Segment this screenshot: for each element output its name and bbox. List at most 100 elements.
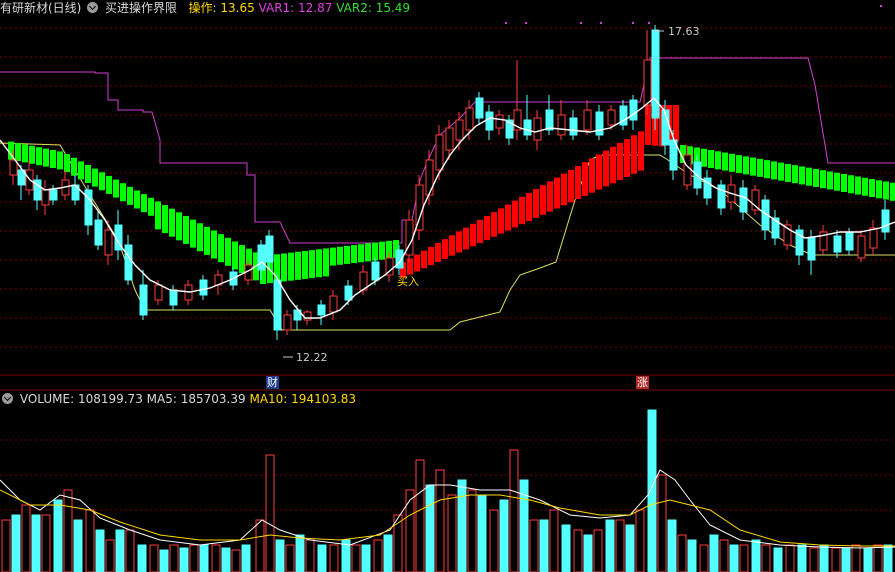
band-block (610, 146, 616, 184)
candle-body (643, 59, 652, 106)
candle-body (595, 111, 604, 136)
candle-body (485, 111, 494, 131)
volume-bar (159, 549, 169, 572)
band-block (827, 171, 833, 190)
band-block (127, 186, 133, 205)
volume-bar (295, 534, 305, 572)
candle-body (629, 99, 638, 121)
band-block (155, 201, 161, 230)
volume-bar (539, 519, 549, 572)
band-block (484, 216, 490, 240)
band-block (862, 177, 868, 196)
volume-bar (883, 544, 893, 572)
volume-bar (647, 409, 657, 572)
band-block (505, 204, 511, 231)
candle-body (807, 237, 816, 261)
candle-body (344, 285, 353, 301)
volume-bars[interactable] (1, 409, 893, 572)
band-block (575, 166, 581, 199)
candle-body (455, 119, 464, 141)
band-block (134, 190, 140, 209)
signal-dot (525, 22, 527, 24)
candle-body (569, 117, 578, 136)
volume-bar (657, 474, 667, 572)
volume-bar (241, 544, 251, 572)
band-block (890, 182, 895, 201)
volume-bar (605, 519, 615, 572)
band-block (764, 160, 770, 179)
volume-bar (549, 509, 559, 572)
band-block (414, 254, 420, 272)
event-badge-cai[interactable]: 财 (266, 376, 279, 389)
band-block (169, 208, 175, 237)
signal-dot (505, 22, 507, 24)
volume-bar (405, 489, 415, 572)
volume-bar (53, 499, 63, 572)
band-block (106, 175, 112, 194)
band-block (316, 249, 322, 278)
band-block (15, 143, 21, 161)
volume-bar (457, 479, 467, 572)
volume-bar (199, 544, 209, 572)
band-block (302, 250, 308, 279)
band-block (232, 241, 238, 270)
candle-body (435, 134, 444, 171)
signal-dot (648, 22, 650, 24)
band-block (519, 196, 525, 225)
volume-bar (305, 539, 315, 572)
band-block (344, 245, 350, 264)
volume-bar (573, 529, 583, 572)
band-block (120, 183, 126, 202)
band-block (834, 172, 840, 191)
band-block (211, 230, 217, 259)
band-block (351, 245, 357, 264)
volume-bar (317, 544, 327, 572)
volume-bar (169, 544, 179, 572)
candle-body (371, 261, 380, 281)
band-block (358, 244, 364, 263)
volume-bar (797, 544, 807, 572)
grid-lines (0, 27, 895, 511)
volume-bar (751, 539, 761, 572)
volume-bar (819, 544, 829, 572)
volume-bar (361, 544, 371, 572)
candle-body (425, 159, 434, 196)
volume-bar (873, 544, 883, 572)
band-block (645, 105, 651, 145)
band-block (239, 245, 245, 274)
stock-chart[interactable]: 17.63 12.22 买入 (0, 0, 895, 572)
band-block (57, 151, 63, 170)
candle-body (533, 117, 542, 141)
chevron-down-icon[interactable] (2, 393, 13, 404)
volume-bar (21, 504, 31, 572)
band-block (176, 212, 182, 241)
volume-bar (447, 494, 457, 572)
band-block (617, 142, 623, 181)
candles[interactable] (9, 25, 890, 340)
band-block (379, 241, 385, 260)
volume-bar (863, 547, 873, 572)
band-block (582, 162, 588, 196)
high-label: 17.63 (668, 25, 700, 38)
band-block (736, 155, 742, 174)
volume-bar (699, 544, 709, 572)
band-block (547, 181, 553, 212)
band-block (225, 237, 231, 266)
event-badge-zhang[interactable]: 涨 (636, 376, 649, 389)
band-block (624, 139, 630, 177)
volume-bar (561, 524, 571, 572)
band-block (183, 215, 189, 244)
ma10-value: 194103.83 (291, 392, 357, 406)
band-block (757, 158, 763, 177)
volume-bar (329, 544, 339, 572)
volume-bar (477, 494, 487, 572)
volume-bar (529, 519, 539, 572)
band-block (708, 150, 714, 169)
candle-body (607, 109, 616, 126)
candle-body (845, 232, 854, 251)
band-block (792, 165, 798, 184)
candle-body (869, 227, 878, 249)
band-block (701, 148, 707, 167)
candle-body (303, 311, 312, 321)
volume-bar (265, 454, 275, 572)
